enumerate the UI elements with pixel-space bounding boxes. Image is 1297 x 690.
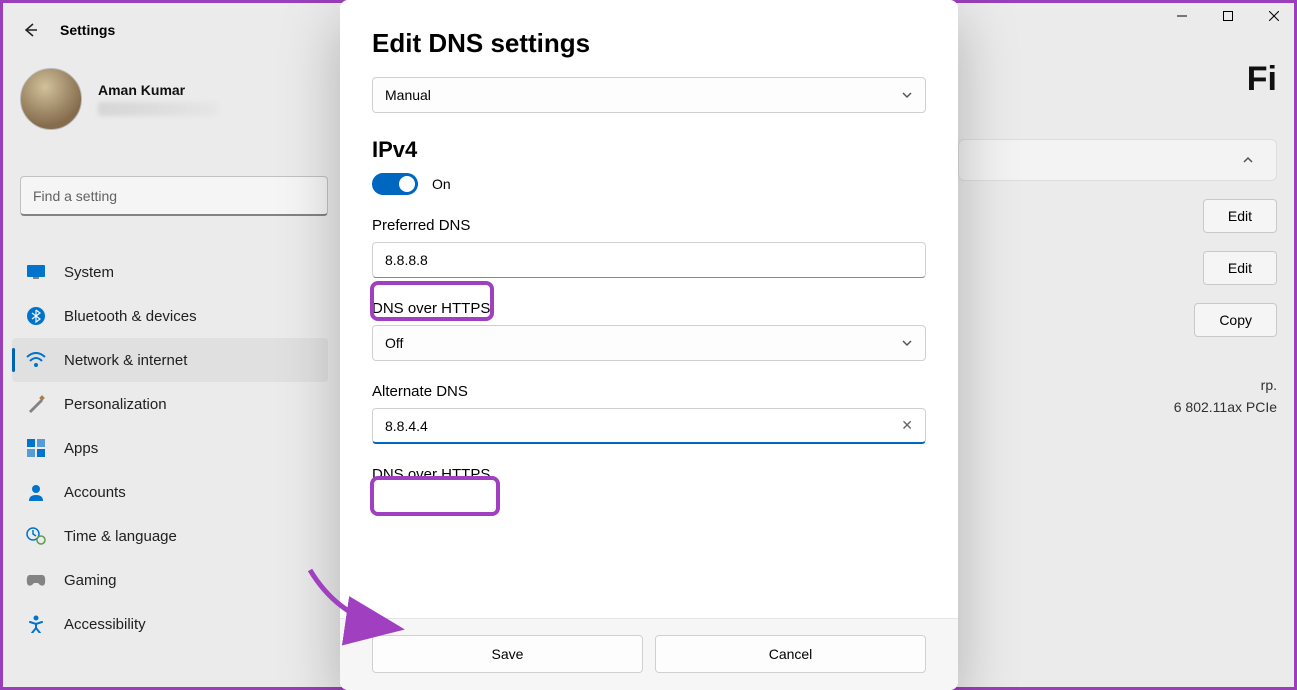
dns-mode-select[interactable]: Manual <box>372 77 926 113</box>
clear-input-icon[interactable]: ✕ <box>901 417 913 434</box>
alternate-dns-label: Alternate DNS <box>372 383 926 400</box>
ipv4-heading: IPv4 <box>372 137 926 163</box>
preferred-dns-input[interactable]: 8.8.8.8 <box>372 242 926 278</box>
cancel-button[interactable]: Cancel <box>655 635 926 673</box>
doh-select[interactable]: Off <box>372 325 926 361</box>
alternate-dns-input[interactable]: 8.8.4.4 ✕ <box>372 408 926 444</box>
save-button[interactable]: Save <box>372 635 643 673</box>
doh-value: Off <box>385 335 403 351</box>
dns-mode-value: Manual <box>385 87 431 103</box>
edit-dns-dialog: Edit DNS settings Manual IPv4 On Preferr… <box>340 0 958 690</box>
ipv4-toggle[interactable] <box>372 173 418 195</box>
alternate-dns-value: 8.8.4.4 <box>385 418 428 434</box>
preferred-dns-label: Preferred DNS <box>372 217 926 234</box>
preferred-dns-value: 8.8.8.8 <box>385 252 428 268</box>
chevron-down-icon <box>901 89 913 101</box>
ipv4-toggle-label: On <box>432 176 451 192</box>
chevron-down-icon <box>901 337 913 349</box>
dialog-title: Edit DNS settings <box>372 28 926 59</box>
doh-label: DNS over HTTPS <box>372 300 926 317</box>
doh2-label: DNS over HTTPS <box>372 466 926 483</box>
